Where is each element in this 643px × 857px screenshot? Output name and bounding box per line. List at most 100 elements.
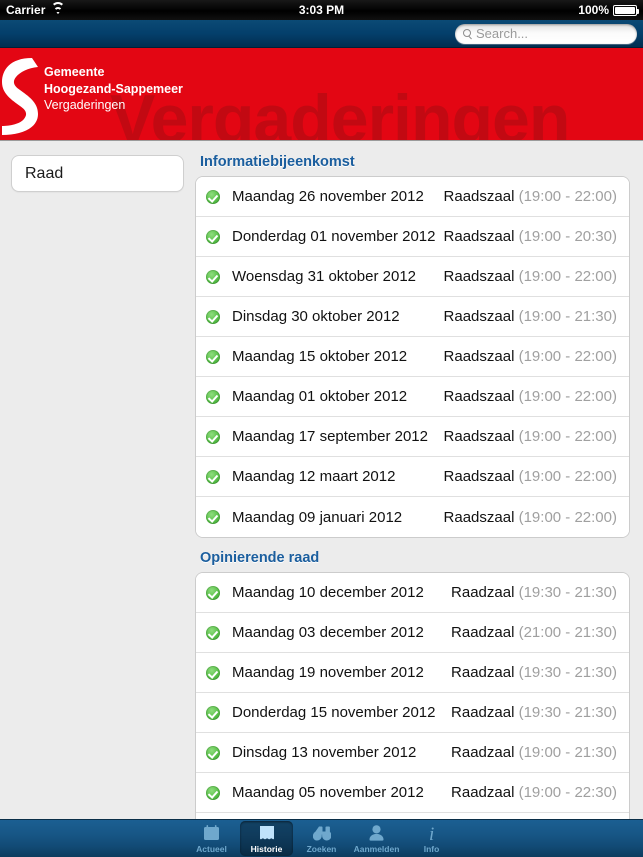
- meeting-venue: Raadszaal: [443, 468, 515, 485]
- brand-header: Vergaderingen Gemeente Hoogezand-Sappeme…: [0, 48, 643, 141]
- meetings-list[interactable]: Informatiebijeenkomst Maandag 26 november…: [195, 142, 643, 819]
- check-circle-icon: [206, 585, 220, 600]
- meeting-time: (19:00 - 22:00): [518, 388, 617, 405]
- meeting-venue: Raadszaal: [443, 308, 515, 325]
- meeting-venue-time: Raadszaal (19:00 - 22:00): [444, 348, 617, 365]
- table-row[interactable]: Donderdag 15 november 2012 Raadzaal (19:3…: [196, 693, 629, 733]
- meeting-date: Maandag 01 oktober 2012: [232, 388, 408, 405]
- book-icon: [256, 824, 278, 843]
- check-circle-icon: [206, 349, 220, 364]
- meeting-venue: Raadzaal: [451, 704, 515, 721]
- meeting-venue-time: Raadszaal (19:00 - 21:30): [444, 308, 617, 325]
- tab-actueel[interactable]: Actueel: [185, 821, 238, 856]
- calendar-icon: [201, 824, 223, 843]
- status-bar: Carrier 3:03 PM 100%: [0, 0, 643, 20]
- meeting-time: (19:00 - 22:00): [518, 268, 617, 285]
- meeting-date: Woensdag 31 oktober 2012: [232, 268, 417, 285]
- meeting-venue: Raadszaal: [443, 268, 515, 285]
- meeting-date: Maandag 10 december 2012: [232, 584, 424, 601]
- table-row[interactable]: Maandag 09 januari 2012 Raadszaal (19:00 …: [196, 497, 629, 537]
- meeting-date: Maandag 26 november 2012: [232, 188, 424, 205]
- meeting-date: Maandag 17 september 2012: [232, 428, 428, 445]
- brand-line-1: Gemeente: [44, 65, 105, 79]
- check-circle-icon: [206, 745, 220, 760]
- meeting-venue: Raadzaal: [451, 744, 515, 761]
- meeting-date: Maandag 19 november 2012: [232, 664, 424, 681]
- table-row[interactable]: Donderdag 01 november 2012 Raadszaal (19:…: [196, 217, 629, 257]
- check-circle-icon: [206, 269, 220, 284]
- meeting-venue: Raadzaal: [451, 784, 515, 801]
- table-row[interactable]: Maandag 10 december 2012 Raadzaal (19:30 …: [196, 573, 629, 613]
- section-title: Opinierende raad: [200, 550, 320, 566]
- table-row[interactable]: Maandag 17 september 2012 Raadszaal (19:0…: [196, 417, 629, 457]
- tab-label: Aanmelden: [353, 843, 400, 854]
- table-row[interactable]: Maandag 05 november 2012 Raadzaal (19:00 …: [196, 773, 629, 813]
- meeting-venue-time: Raadzaal (19:30 - 21:30): [451, 584, 617, 601]
- brand-line-3: Vergaderingen: [44, 98, 126, 112]
- table-row[interactable]: Maandag 01 oktober 2012 Raadszaal (19:00 …: [196, 377, 629, 417]
- meeting-venue: Raadszaal: [443, 188, 515, 205]
- person-icon: [366, 824, 388, 843]
- content-area: Raad Informatiebijeenkomst Maandag 26 nov…: [0, 142, 643, 819]
- meeting-date: Donderdag 01 november 2012: [232, 228, 436, 245]
- info-icon: i: [421, 824, 443, 843]
- meeting-venue: Raadszaal: [443, 348, 515, 365]
- meeting-venue-time: Raadszaal (19:00 - 22:00): [444, 468, 617, 485]
- meeting-venue-time: Raadszaal (19:00 - 22:00): [444, 428, 617, 445]
- meeting-date: Donderdag 15 november 2012: [232, 704, 436, 721]
- meeting-venue-time: Raadzaal (21:00 - 21:30): [451, 624, 617, 641]
- svg-text:i: i: [429, 824, 434, 842]
- check-circle-icon: [206, 389, 220, 404]
- table-row[interactable]: Dinsdag 13 november 2012 Raadzaal (19:00 …: [196, 733, 629, 773]
- meeting-date: Dinsdag 13 november 2012: [232, 744, 417, 761]
- meeting-time: (19:00 - 21:30): [518, 744, 617, 761]
- meeting-time: (19:30 - 21:30): [518, 664, 617, 681]
- tab-historie[interactable]: Historie: [240, 821, 293, 856]
- meeting-venue: Raadszaal: [443, 508, 515, 526]
- table-row[interactable]: Maandag 15 oktober 2012 Raadszaal (19:00 …: [196, 337, 629, 377]
- meeting-time: (21:00 - 21:30): [518, 624, 617, 641]
- table-row[interactable]: Maandag 03 december 2012 Raadzaal (21:00 …: [196, 613, 629, 653]
- meeting-time: (19:00 - 20:30): [518, 228, 617, 245]
- tab-aanmelden[interactable]: Aanmelden: [350, 821, 403, 856]
- battery-icon: [613, 4, 639, 16]
- table-row[interactable]: Dinsdag 30 oktober 2012 Raadszaal (19:00 …: [196, 297, 629, 337]
- table-row[interactable]: Woensdag 31 oktober 2012 Raadszaal (19:00…: [196, 257, 629, 297]
- meeting-date: Maandag 05 november 2012: [232, 784, 424, 801]
- meeting-venue-time: Raadzaal (19:00 - 21:30): [451, 744, 617, 761]
- meeting-group: Maandag 10 december 2012 Raadzaal (19:30 …: [195, 572, 630, 819]
- brand-line-2: Hoogezand-Sappemeer: [44, 81, 183, 96]
- meeting-date: Dinsdag 30 oktober 2012: [232, 308, 400, 325]
- table-row[interactable]: Maandag 26 november 2012 Raadszaal (19:00…: [196, 177, 629, 217]
- check-circle-icon: [206, 429, 220, 444]
- meeting-venue: Raadszaal: [443, 388, 515, 405]
- search-input[interactable]: Search...: [476, 26, 528, 41]
- search-bar[interactable]: Search...: [455, 23, 637, 44]
- meeting-date: Maandag 15 oktober 2012: [232, 348, 408, 365]
- check-circle-icon: [206, 510, 220, 524]
- meeting-time: (19:00 - 22:00): [518, 348, 617, 365]
- meeting-venue: Raadzaal: [451, 624, 515, 641]
- meeting-date: Maandag 12 maart 2012: [232, 468, 396, 485]
- meeting-time: (19:00 - 22:30): [518, 784, 617, 801]
- tab-label: Historie: [250, 843, 283, 854]
- meeting-group: Maandag 26 november 2012 Raadszaal (19:00…: [195, 176, 630, 538]
- meeting-date: Maandag 03 december 2012: [232, 624, 424, 641]
- meeting-venue-time: Raadszaal (19:00 - 22:00): [444, 268, 617, 285]
- meeting-venue: Raadzaal: [451, 584, 515, 601]
- tab-info[interactable]: i Info: [405, 821, 458, 856]
- meeting-venue-time: Raadzaal (19:00 - 22:30): [451, 784, 617, 801]
- check-circle-icon: [206, 785, 220, 800]
- sidebar-item-raad[interactable]: Raad: [11, 155, 184, 192]
- meeting-venue: Raadzaal: [451, 664, 515, 681]
- meeting-venue-time: Raadzaal (19:30 - 21:30): [451, 664, 617, 681]
- table-row[interactable]: Maandag 12 maart 2012 Raadszaal (19:00 - …: [196, 457, 629, 497]
- meeting-venue-time: Raadzaal (19:30 - 21:30): [451, 704, 617, 721]
- status-bar-left: Carrier: [6, 1, 66, 17]
- meeting-time: (19:30 - 21:30): [518, 584, 617, 601]
- tab-zoeken[interactable]: Zoeken: [295, 821, 348, 856]
- navigation-bar: Search...: [0, 20, 643, 48]
- meeting-time: (19:00 - 22:00): [518, 188, 617, 205]
- table-row[interactable]: Maandag 19 november 2012 Raadzaal (19:30 …: [196, 653, 629, 693]
- tab-label: Actueel: [196, 843, 227, 854]
